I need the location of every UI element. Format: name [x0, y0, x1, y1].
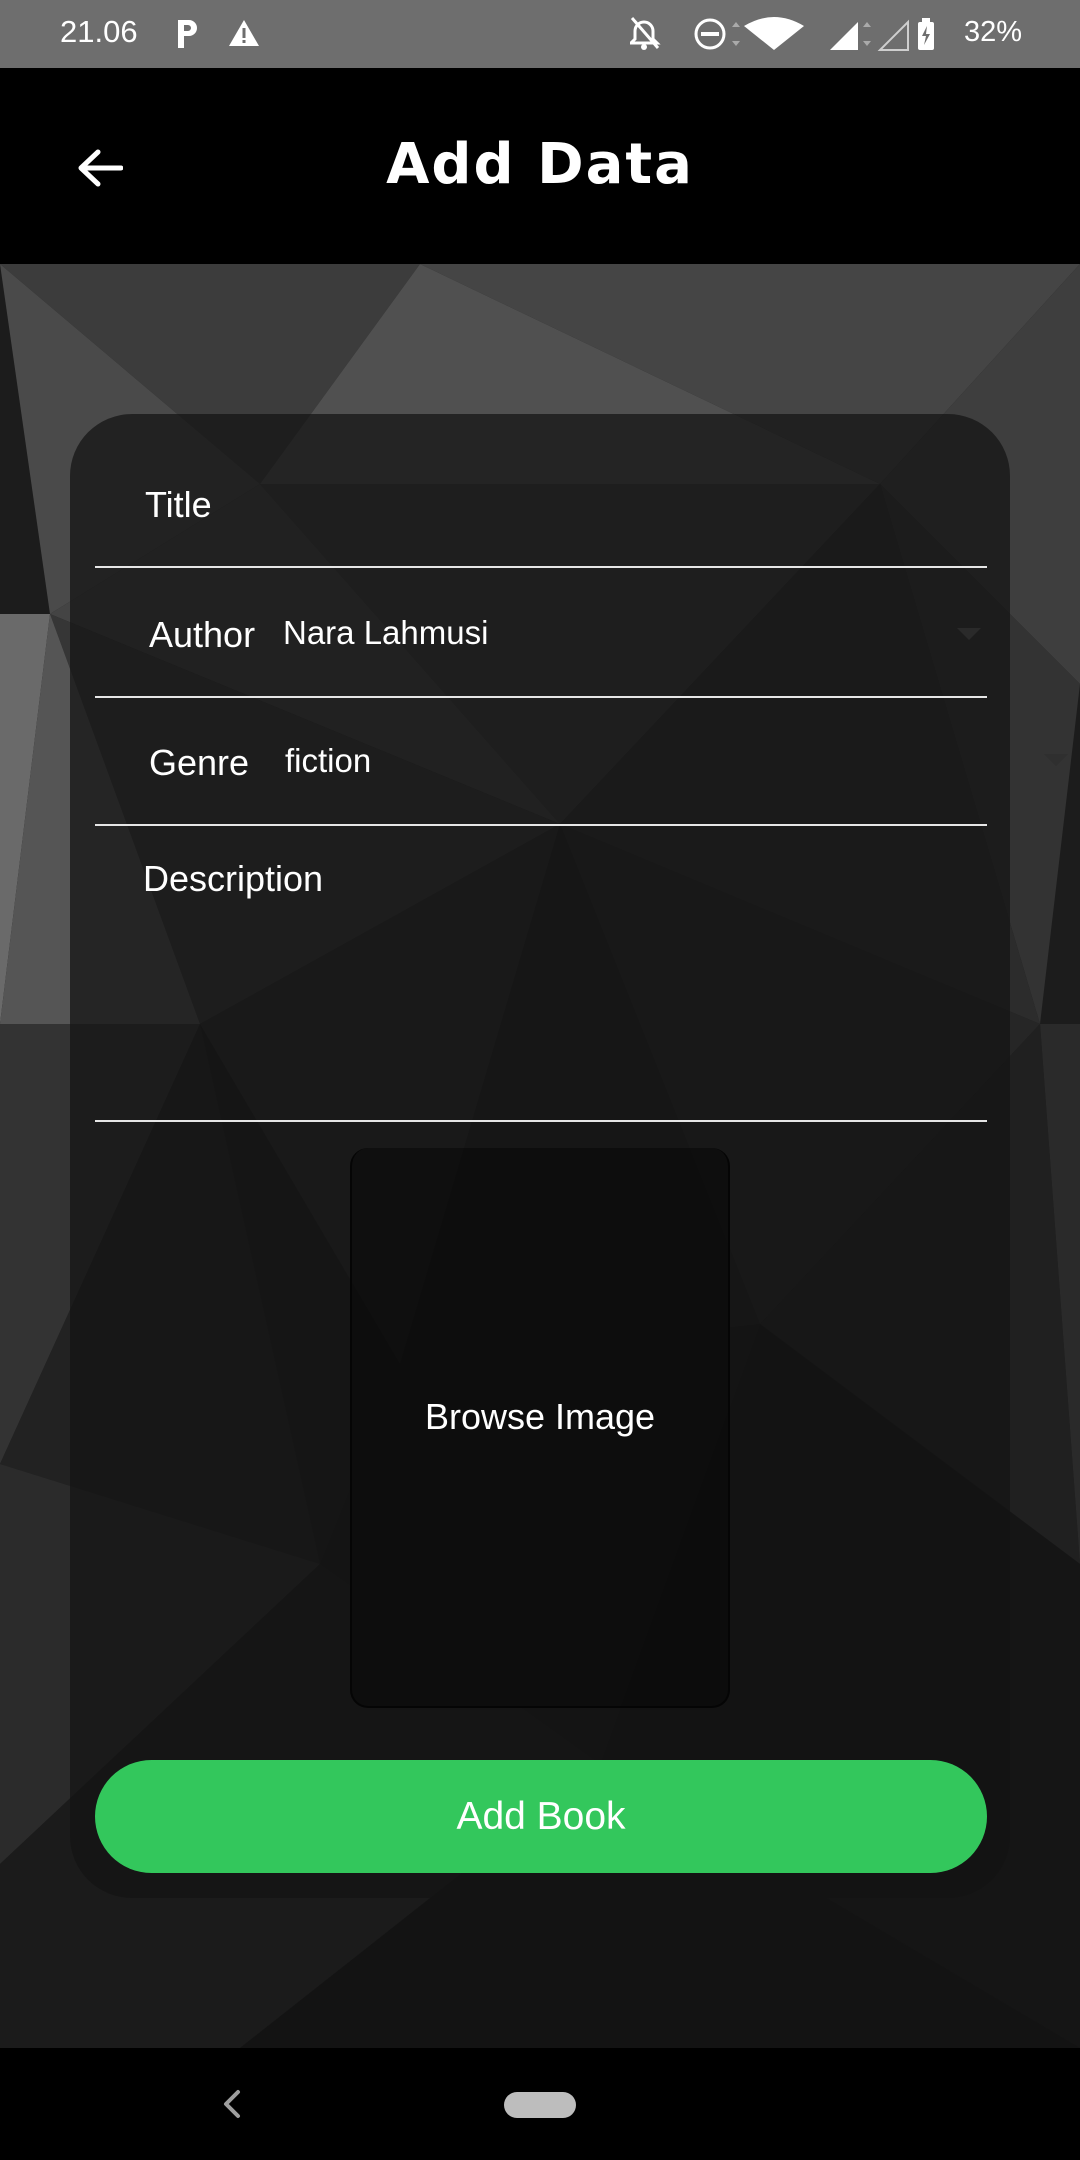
wifi-icon	[732, 17, 804, 50]
description-field[interactable]: Description	[95, 824, 987, 1122]
screen: 21.06 32% Add Data Title Author Nara Lah…	[0, 0, 1080, 2160]
title-label: Title	[145, 484, 212, 525]
browse-image-button[interactable]: Browse Image	[350, 1148, 730, 1708]
status-time: 21.06	[60, 14, 138, 49]
warning-icon	[229, 20, 259, 46]
chevron-down-icon	[1044, 754, 1068, 766]
author-value: Nara Lahmusi	[283, 614, 489, 651]
signal-icon	[830, 22, 871, 50]
status-bar: 21.06 32%	[0, 0, 1080, 68]
add-book-button[interactable]: Add Book	[95, 1760, 987, 1873]
chevron-down-icon	[957, 628, 981, 640]
parking-app-icon	[178, 20, 197, 48]
status-left-icons	[178, 20, 259, 48]
genre-value: fiction	[285, 742, 372, 779]
battery-percent: 32%	[963, 16, 1022, 48]
genre-dropdown[interactable]: Genre fiction	[95, 696, 987, 826]
app-bar: Add Data	[0, 68, 1080, 264]
status-right-icons	[630, 17, 934, 51]
notifications-off-icon	[630, 17, 661, 50]
page-title: Add Data	[386, 132, 694, 197]
genre-label: Genre	[149, 742, 250, 783]
title-field[interactable]: Title	[95, 436, 987, 568]
do-not-disturb-icon	[694, 18, 726, 50]
author-dropdown[interactable]: Author Nara Lahmusi	[95, 566, 987, 698]
signal-empty-icon	[877, 19, 909, 51]
browse-image-label: Browse Image	[424, 1396, 656, 1437]
description-label: Description	[143, 858, 324, 899]
nav-home-pill[interactable]	[504, 2092, 576, 2118]
nav-back-icon[interactable]	[218, 2086, 246, 2122]
battery-charging-icon	[918, 18, 934, 50]
author-label: Author	[149, 614, 256, 655]
navigation-bar	[0, 2048, 1080, 2160]
